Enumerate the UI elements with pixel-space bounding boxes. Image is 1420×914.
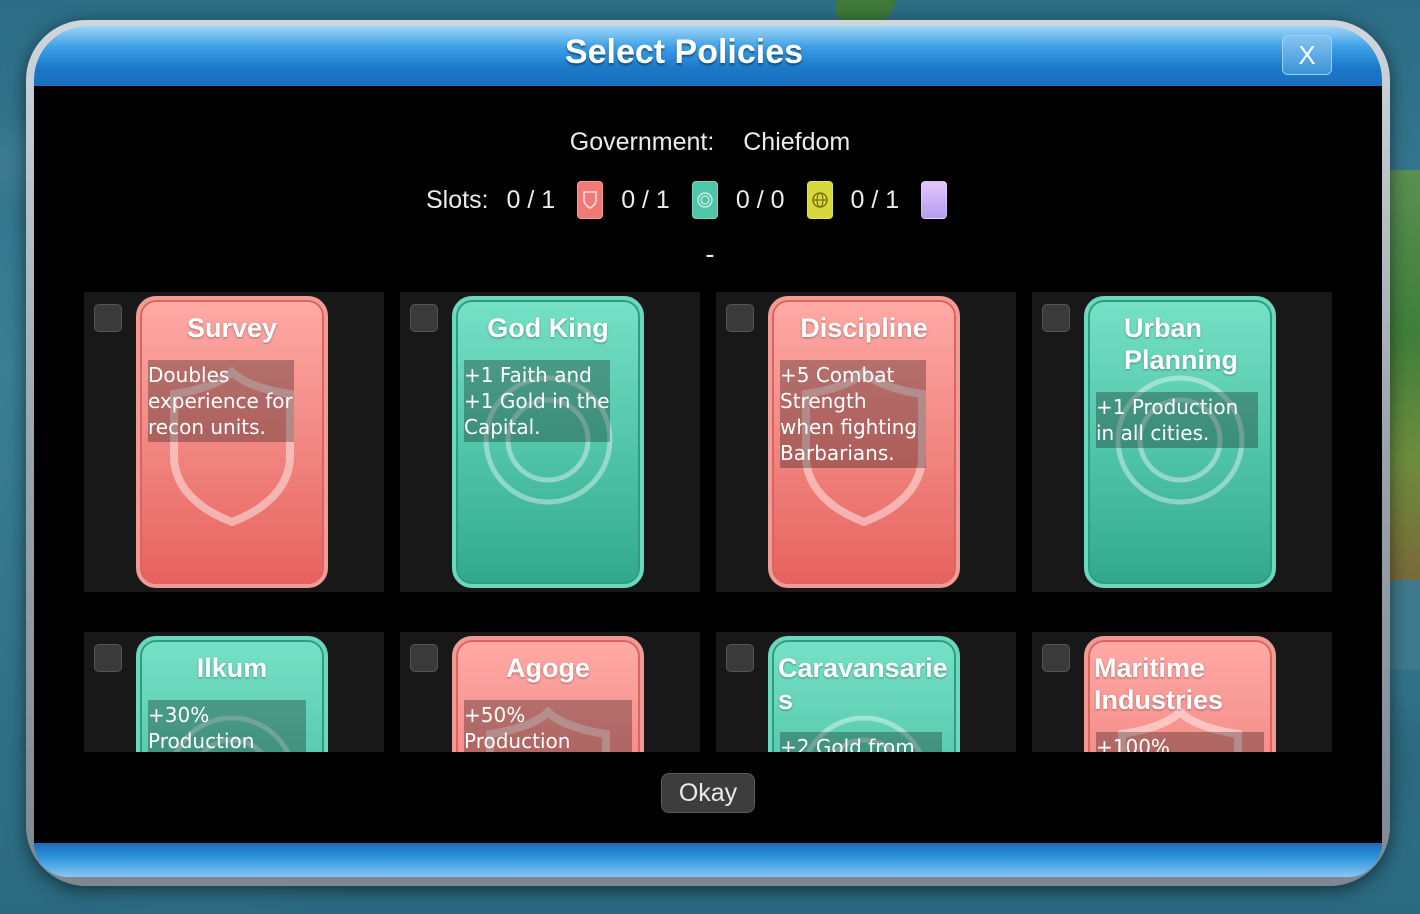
policy-title: Caravansaries	[778, 653, 948, 715]
policy-description: +5 Combat Strength when fighting Barbari…	[780, 360, 926, 468]
policy-checkbox[interactable]	[726, 304, 754, 332]
map-land-right	[1386, 170, 1420, 580]
policy-checkbox[interactable]	[94, 304, 122, 332]
policy-cell-ilkum: Ilkum +30% Production	[84, 632, 384, 752]
policy-description: +1 Production in all cities.	[1096, 392, 1258, 448]
policy-checkbox[interactable]	[410, 304, 438, 332]
policy-cell-god-king: God King +1 Faith and +1 Gold in the Cap…	[400, 292, 700, 592]
policy-description: +100%	[1096, 732, 1264, 752]
okay-button[interactable]: Okay	[661, 773, 755, 813]
policy-cell-agoge: Agoge +50% Production	[400, 632, 700, 752]
policy-title: God King	[487, 313, 609, 343]
policy-title: Ilkum	[196, 653, 268, 683]
policy-description: +30% Production	[148, 700, 306, 752]
policy-card-discipline[interactable]: Discipline +5 Combat Strength when fight…	[768, 296, 960, 588]
diplomatic-slot-count: 0 / 0	[735, 185, 785, 214]
policy-description: Doubles experience for recon units.	[148, 360, 294, 442]
economic-slot-count: 0 / 1	[621, 185, 670, 214]
government-label: Government:	[569, 128, 715, 156]
policy-checkbox[interactable]	[94, 644, 122, 672]
government-row: Government: Chiefdom	[0, 128, 1420, 157]
policy-title: Urban Planning	[1124, 313, 1238, 375]
policy-description: +2 Gold from all	[780, 732, 942, 752]
policy-card-agoge[interactable]: Agoge +50% Production	[452, 636, 644, 752]
policy-checkbox[interactable]	[1042, 304, 1070, 332]
dialog-bottombar	[34, 843, 1382, 877]
slots-row: Slots: 0 / 1 0 / 1 0 / 0 0 / 1	[426, 180, 948, 220]
shield-icon	[577, 181, 604, 219]
wildcard-slot-icon	[921, 181, 948, 219]
policy-card-caravansaries[interactable]: Caravansaries +2 Gold from all	[768, 636, 960, 752]
circle-icon	[691, 181, 718, 219]
policy-card-god-king[interactable]: God King +1 Faith and +1 Gold in the Cap…	[452, 296, 644, 588]
policy-card-maritime-industries[interactable]: Maritime Industries +100%	[1084, 636, 1276, 752]
policy-cell-caravansaries: Caravansaries +2 Gold from all	[716, 632, 1016, 752]
government-value: Chiefdom	[743, 128, 851, 156]
policy-card-ilkum[interactable]: Ilkum +30% Production	[136, 636, 328, 752]
slots-label: Slots:	[426, 185, 489, 214]
policy-title: Survey	[186, 313, 278, 343]
close-button[interactable]: X	[1282, 35, 1332, 75]
separator: -	[705, 240, 715, 270]
policy-cell-urban-planning: Urban Planning +1 Production in all citi…	[1032, 292, 1332, 592]
dialog-title: Select Policies	[564, 33, 804, 71]
policy-cell-discipline: Discipline +5 Combat Strength when fight…	[716, 292, 1016, 592]
policy-title: Maritime Industries	[1094, 653, 1224, 715]
policy-title: Discipline	[800, 313, 928, 343]
military-slot-count: 0 / 1	[506, 185, 556, 214]
policy-description: +1 Faith and +1 Gold in the Capital.	[464, 360, 610, 442]
policy-checkbox[interactable]	[410, 644, 438, 672]
policy-description: +50% Production	[464, 700, 632, 752]
policy-card-survey[interactable]: Survey Doubles experience for recon unit…	[136, 296, 328, 588]
policy-cell-survey: Survey Doubles experience for recon unit…	[84, 292, 384, 592]
policy-title: Agoge	[506, 653, 590, 683]
policy-card-urban-planning[interactable]: Urban Planning +1 Production in all citi…	[1084, 296, 1276, 588]
globe-icon	[806, 181, 833, 219]
wildcard-slot-count: 0 / 1	[850, 185, 900, 214]
policy-grid: Survey Doubles experience for recon unit…	[84, 292, 1332, 752]
policy-checkbox[interactable]	[726, 644, 754, 672]
policy-checkbox[interactable]	[1042, 644, 1070, 672]
policy-cell-maritime-industries: Maritime Industries +100%	[1032, 632, 1332, 752]
policy-list-viewport[interactable]: Survey Doubles experience for recon unit…	[84, 292, 1332, 752]
